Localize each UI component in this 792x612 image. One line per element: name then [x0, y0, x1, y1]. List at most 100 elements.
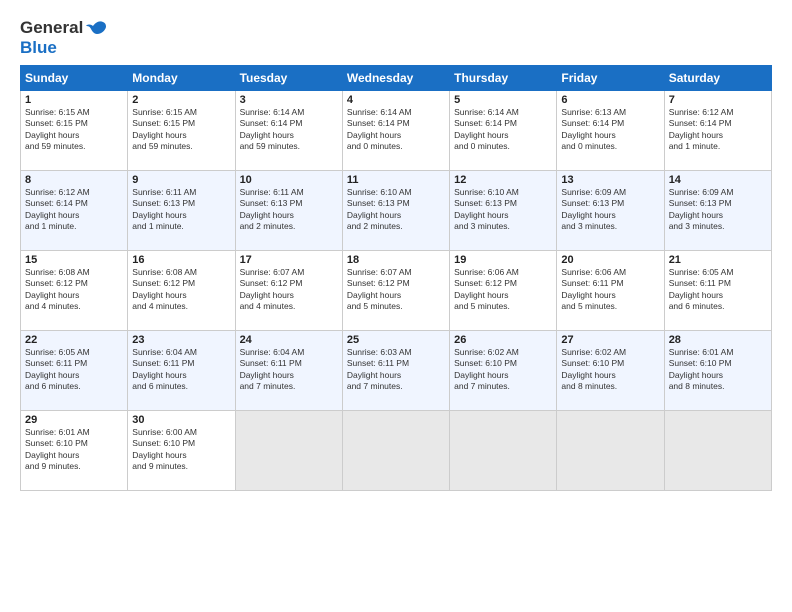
day-number: 21	[669, 254, 767, 266]
logo-bird-icon	[85, 20, 107, 38]
col-header-tuesday: Tuesday	[235, 65, 342, 90]
day-number: 11	[347, 174, 445, 186]
calendar-cell: 29Sunrise: 6:01 AMSunset: 6:10 PMDayligh…	[21, 410, 128, 490]
day-info: Sunrise: 6:15 AMSunset: 6:15 PMDaylight …	[132, 107, 230, 153]
day-number: 9	[132, 174, 230, 186]
day-number: 10	[240, 174, 338, 186]
day-info: Sunrise: 6:14 AMSunset: 6:14 PMDaylight …	[240, 107, 338, 153]
day-number: 30	[132, 414, 230, 426]
day-info: Sunrise: 6:09 AMSunset: 6:13 PMDaylight …	[669, 187, 767, 233]
day-info: Sunrise: 6:07 AMSunset: 6:12 PMDaylight …	[347, 267, 445, 313]
day-number: 20	[561, 254, 659, 266]
day-info: Sunrise: 6:11 AMSunset: 6:13 PMDaylight …	[132, 187, 230, 233]
day-info: Sunrise: 6:05 AMSunset: 6:11 PMDaylight …	[25, 347, 123, 393]
day-info: Sunrise: 6:05 AMSunset: 6:11 PMDaylight …	[669, 267, 767, 313]
day-info: Sunrise: 6:10 AMSunset: 6:13 PMDaylight …	[454, 187, 552, 233]
day-info: Sunrise: 6:02 AMSunset: 6:10 PMDaylight …	[454, 347, 552, 393]
day-number: 4	[347, 94, 445, 106]
page: General Blue SundayMondayTuesdayWednesda…	[0, 0, 792, 612]
day-info: Sunrise: 6:08 AMSunset: 6:12 PMDaylight …	[132, 267, 230, 313]
calendar-cell: 28Sunrise: 6:01 AMSunset: 6:10 PMDayligh…	[664, 330, 771, 410]
calendar-cell: 24Sunrise: 6:04 AMSunset: 6:11 PMDayligh…	[235, 330, 342, 410]
col-header-monday: Monday	[128, 65, 235, 90]
col-header-sunday: Sunday	[21, 65, 128, 90]
calendar-cell: 3Sunrise: 6:14 AMSunset: 6:14 PMDaylight…	[235, 90, 342, 170]
day-info: Sunrise: 6:15 AMSunset: 6:15 PMDaylight …	[25, 107, 123, 153]
calendar-cell: 14Sunrise: 6:09 AMSunset: 6:13 PMDayligh…	[664, 170, 771, 250]
day-info: Sunrise: 6:06 AMSunset: 6:11 PMDaylight …	[561, 267, 659, 313]
calendar-cell: 6Sunrise: 6:13 AMSunset: 6:14 PMDaylight…	[557, 90, 664, 170]
day-number: 17	[240, 254, 338, 266]
calendar-cell: 9Sunrise: 6:11 AMSunset: 6:13 PMDaylight…	[128, 170, 235, 250]
calendar-cell	[235, 410, 342, 490]
day-number: 25	[347, 334, 445, 346]
calendar-cell: 12Sunrise: 6:10 AMSunset: 6:13 PMDayligh…	[450, 170, 557, 250]
day-number: 8	[25, 174, 123, 186]
calendar-cell: 4Sunrise: 6:14 AMSunset: 6:14 PMDaylight…	[342, 90, 449, 170]
logo: General Blue	[20, 18, 107, 59]
day-info: Sunrise: 6:14 AMSunset: 6:14 PMDaylight …	[347, 107, 445, 153]
day-number: 3	[240, 94, 338, 106]
day-info: Sunrise: 6:01 AMSunset: 6:10 PMDaylight …	[669, 347, 767, 393]
day-info: Sunrise: 6:12 AMSunset: 6:14 PMDaylight …	[669, 107, 767, 153]
calendar-header-row: SundayMondayTuesdayWednesdayThursdayFrid…	[21, 65, 772, 90]
day-number: 28	[669, 334, 767, 346]
day-number: 24	[240, 334, 338, 346]
calendar-cell	[557, 410, 664, 490]
calendar-cell	[664, 410, 771, 490]
calendar-week-3: 22Sunrise: 6:05 AMSunset: 6:11 PMDayligh…	[21, 330, 772, 410]
day-number: 15	[25, 254, 123, 266]
logo-text: General Blue	[20, 18, 107, 59]
day-info: Sunrise: 6:08 AMSunset: 6:12 PMDaylight …	[25, 267, 123, 313]
day-number: 19	[454, 254, 552, 266]
calendar-week-4: 29Sunrise: 6:01 AMSunset: 6:10 PMDayligh…	[21, 410, 772, 490]
day-info: Sunrise: 6:04 AMSunset: 6:11 PMDaylight …	[132, 347, 230, 393]
col-header-saturday: Saturday	[664, 65, 771, 90]
calendar: SundayMondayTuesdayWednesdayThursdayFrid…	[20, 65, 772, 491]
day-info: Sunrise: 6:09 AMSunset: 6:13 PMDaylight …	[561, 187, 659, 233]
day-info: Sunrise: 6:07 AMSunset: 6:12 PMDaylight …	[240, 267, 338, 313]
day-info: Sunrise: 6:04 AMSunset: 6:11 PMDaylight …	[240, 347, 338, 393]
calendar-cell: 5Sunrise: 6:14 AMSunset: 6:14 PMDaylight…	[450, 90, 557, 170]
calendar-cell: 22Sunrise: 6:05 AMSunset: 6:11 PMDayligh…	[21, 330, 128, 410]
day-number: 7	[669, 94, 767, 106]
day-number: 12	[454, 174, 552, 186]
header: General Blue	[20, 18, 772, 59]
calendar-cell: 25Sunrise: 6:03 AMSunset: 6:11 PMDayligh…	[342, 330, 449, 410]
day-number: 18	[347, 254, 445, 266]
day-info: Sunrise: 6:12 AMSunset: 6:14 PMDaylight …	[25, 187, 123, 233]
day-info: Sunrise: 6:11 AMSunset: 6:13 PMDaylight …	[240, 187, 338, 233]
day-number: 22	[25, 334, 123, 346]
calendar-cell: 17Sunrise: 6:07 AMSunset: 6:12 PMDayligh…	[235, 250, 342, 330]
day-info: Sunrise: 6:02 AMSunset: 6:10 PMDaylight …	[561, 347, 659, 393]
col-header-thursday: Thursday	[450, 65, 557, 90]
calendar-cell: 11Sunrise: 6:10 AMSunset: 6:13 PMDayligh…	[342, 170, 449, 250]
day-number: 16	[132, 254, 230, 266]
calendar-week-1: 8Sunrise: 6:12 AMSunset: 6:14 PMDaylight…	[21, 170, 772, 250]
logo-general: General	[20, 18, 83, 37]
day-info: Sunrise: 6:10 AMSunset: 6:13 PMDaylight …	[347, 187, 445, 233]
calendar-cell: 19Sunrise: 6:06 AMSunset: 6:12 PMDayligh…	[450, 250, 557, 330]
calendar-cell: 1Sunrise: 6:15 AMSunset: 6:15 PMDaylight…	[21, 90, 128, 170]
calendar-week-0: 1Sunrise: 6:15 AMSunset: 6:15 PMDaylight…	[21, 90, 772, 170]
day-number: 14	[669, 174, 767, 186]
calendar-cell: 26Sunrise: 6:02 AMSunset: 6:10 PMDayligh…	[450, 330, 557, 410]
calendar-cell: 30Sunrise: 6:00 AMSunset: 6:10 PMDayligh…	[128, 410, 235, 490]
calendar-cell: 23Sunrise: 6:04 AMSunset: 6:11 PMDayligh…	[128, 330, 235, 410]
day-info: Sunrise: 6:06 AMSunset: 6:12 PMDaylight …	[454, 267, 552, 313]
col-header-wednesday: Wednesday	[342, 65, 449, 90]
day-number: 13	[561, 174, 659, 186]
calendar-cell: 7Sunrise: 6:12 AMSunset: 6:14 PMDaylight…	[664, 90, 771, 170]
day-info: Sunrise: 6:14 AMSunset: 6:14 PMDaylight …	[454, 107, 552, 153]
day-number: 26	[454, 334, 552, 346]
calendar-cell: 21Sunrise: 6:05 AMSunset: 6:11 PMDayligh…	[664, 250, 771, 330]
day-info: Sunrise: 6:03 AMSunset: 6:11 PMDaylight …	[347, 347, 445, 393]
calendar-cell	[342, 410, 449, 490]
calendar-cell: 2Sunrise: 6:15 AMSunset: 6:15 PMDaylight…	[128, 90, 235, 170]
calendar-cell: 27Sunrise: 6:02 AMSunset: 6:10 PMDayligh…	[557, 330, 664, 410]
day-info: Sunrise: 6:00 AMSunset: 6:10 PMDaylight …	[132, 427, 230, 473]
day-number: 23	[132, 334, 230, 346]
calendar-cell: 15Sunrise: 6:08 AMSunset: 6:12 PMDayligh…	[21, 250, 128, 330]
day-info: Sunrise: 6:01 AMSunset: 6:10 PMDaylight …	[25, 427, 123, 473]
calendar-cell	[450, 410, 557, 490]
